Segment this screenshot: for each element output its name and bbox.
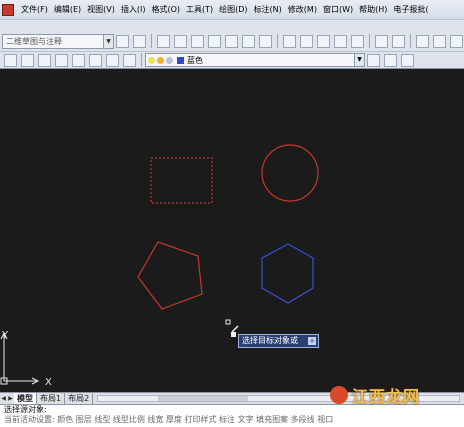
print-preview-icon[interactable]	[225, 34, 238, 48]
dynamic-input-tooltip: 选择目标对象或 +	[238, 334, 319, 348]
workspace-select[interactable]: 二维草图与注释 ▼	[2, 33, 114, 49]
paintbrush-cursor-icon	[231, 325, 239, 337]
tab-prev-icon[interactable]: ◀	[0, 393, 7, 404]
toolbar-divider	[277, 34, 278, 48]
menu-tools[interactable]: 工具(T)	[183, 0, 216, 19]
layers-toolbar: 蓝色 ▼	[0, 52, 464, 69]
sun-icon	[157, 56, 164, 64]
menu-format[interactable]: 格式(O)	[148, 0, 183, 19]
make-current-layer-icon[interactable]	[367, 53, 380, 67]
ucs-y-label: Y	[1, 330, 9, 341]
toolbar-divider	[369, 34, 370, 48]
workspace-select-value: 二维草图与注释	[6, 36, 62, 46]
menu-help[interactable]: 帮助(H)	[356, 0, 390, 19]
layer-isolate-icon[interactable]	[55, 53, 68, 67]
site-watermark: 江西龙网	[330, 380, 460, 410]
chevron-down-icon[interactable]: ▼	[354, 54, 364, 66]
watermark-text: 江西龙网	[352, 387, 421, 406]
watermark-logo-icon	[330, 386, 348, 404]
tab-model[interactable]: 模型	[14, 393, 37, 404]
save-icon[interactable]	[191, 34, 204, 48]
app-icon[interactable]	[2, 3, 14, 16]
menu-bar: 文件(F) 编辑(E) 视图(V) 插入(I) 格式(O) 工具(T) 绘图(D…	[0, 0, 464, 20]
print-icon[interactable]	[208, 34, 221, 48]
tooltip-text: 选择目标对象或	[242, 336, 298, 345]
layer-freeze-icon[interactable]	[89, 53, 102, 67]
3d-dwf-icon[interactable]	[259, 34, 272, 48]
toolbar-divider	[141, 53, 142, 67]
tab-layout2[interactable]: 布局2	[65, 393, 94, 404]
layer-unisolate-icon[interactable]	[72, 53, 85, 67]
light-bulb-icon	[148, 56, 155, 64]
menu-view[interactable]: 视图(V)	[84, 0, 118, 19]
toolbar-spacer	[0, 20, 464, 31]
copy-icon[interactable]	[300, 34, 313, 48]
menu-file[interactable]: 文件(F)	[18, 0, 51, 19]
toolbar-divider	[151, 34, 152, 48]
layer-off-icon[interactable]	[106, 53, 119, 67]
circle-shape	[261, 144, 319, 202]
layer-manager-icon[interactable]	[4, 53, 17, 67]
command-history: 当前活动设置: 颜色 图层 线型 线型比例 线宽 厚度 打印样式 标注 文字 填…	[4, 415, 334, 424]
cut-icon[interactable]	[283, 34, 296, 48]
standard-toolbar: 二维草图与注释 ▼	[0, 31, 464, 52]
layer-walk-icon[interactable]	[401, 53, 414, 67]
menu-draw[interactable]: 绘图(D)	[216, 0, 250, 19]
layer-lock-icon[interactable]	[123, 53, 136, 67]
layer-select[interactable]: 蓝色 ▼	[145, 53, 365, 67]
workspace-save-icon[interactable]	[133, 34, 146, 48]
layer-previous-icon[interactable]	[38, 53, 51, 67]
pentagon-shape	[137, 241, 203, 310]
menu-dimension[interactable]: 标注(N)	[251, 0, 285, 19]
paste-icon[interactable]	[317, 34, 330, 48]
block-editor-icon[interactable]	[351, 34, 364, 48]
chevron-down-icon[interactable]: ▼	[103, 34, 113, 48]
layer-color-swatch	[177, 56, 184, 64]
layer-name: 蓝色	[187, 55, 203, 65]
tab-layout1[interactable]: 布局1	[37, 393, 66, 404]
dashed-rectangle	[150, 157, 213, 204]
menu-edit[interactable]: 编辑(E)	[51, 0, 84, 19]
layer-previous-state-icon[interactable]	[384, 53, 397, 67]
workspace-settings-icon[interactable]	[116, 34, 129, 48]
ucs-x-label: X	[45, 377, 52, 388]
drawing-svg: Y X	[0, 144, 319, 388]
menu-insert[interactable]: 插入(I)	[118, 0, 149, 19]
new-file-icon[interactable]	[157, 34, 170, 48]
layer-states-icon[interactable]	[21, 53, 34, 67]
pan-icon[interactable]	[416, 34, 429, 48]
hexagon-shape	[261, 243, 314, 304]
pickbox-cursor	[225, 319, 231, 325]
scrollbar-thumb[interactable]	[158, 396, 249, 401]
menu-window[interactable]: 窗口(W)	[320, 0, 356, 19]
lock-icon	[166, 56, 173, 64]
undo-icon[interactable]	[375, 34, 388, 48]
redo-icon[interactable]	[392, 34, 405, 48]
drawing-canvas[interactable]: Y X	[0, 70, 464, 392]
publish-icon[interactable]	[242, 34, 255, 48]
toolbar-divider	[410, 34, 411, 48]
menu-e-submit[interactable]: 电子报批(	[390, 0, 431, 19]
zoom-realtime-icon[interactable]	[433, 34, 446, 48]
zoom-window-icon[interactable]	[450, 34, 463, 48]
menu-modify[interactable]: 修改(M)	[285, 0, 320, 19]
open-file-icon[interactable]	[174, 34, 187, 48]
tab-next-icon[interactable]: ▶	[7, 393, 14, 404]
tooltip-options-button[interactable]: +	[308, 337, 316, 345]
match-properties-icon[interactable]	[334, 34, 347, 48]
